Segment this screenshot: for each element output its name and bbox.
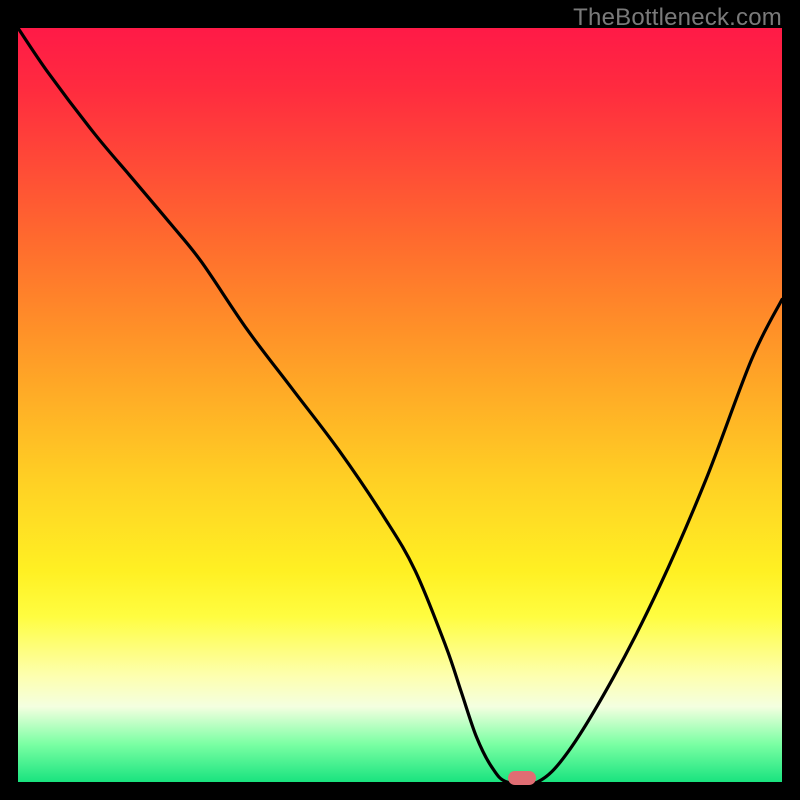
optimum-marker bbox=[508, 771, 536, 785]
plot-area bbox=[18, 28, 782, 782]
chart-wrapper: TheBottleneck.com bbox=[0, 0, 800, 800]
bottleneck-curve-path bbox=[18, 28, 782, 782]
curve-svg bbox=[18, 28, 782, 782]
